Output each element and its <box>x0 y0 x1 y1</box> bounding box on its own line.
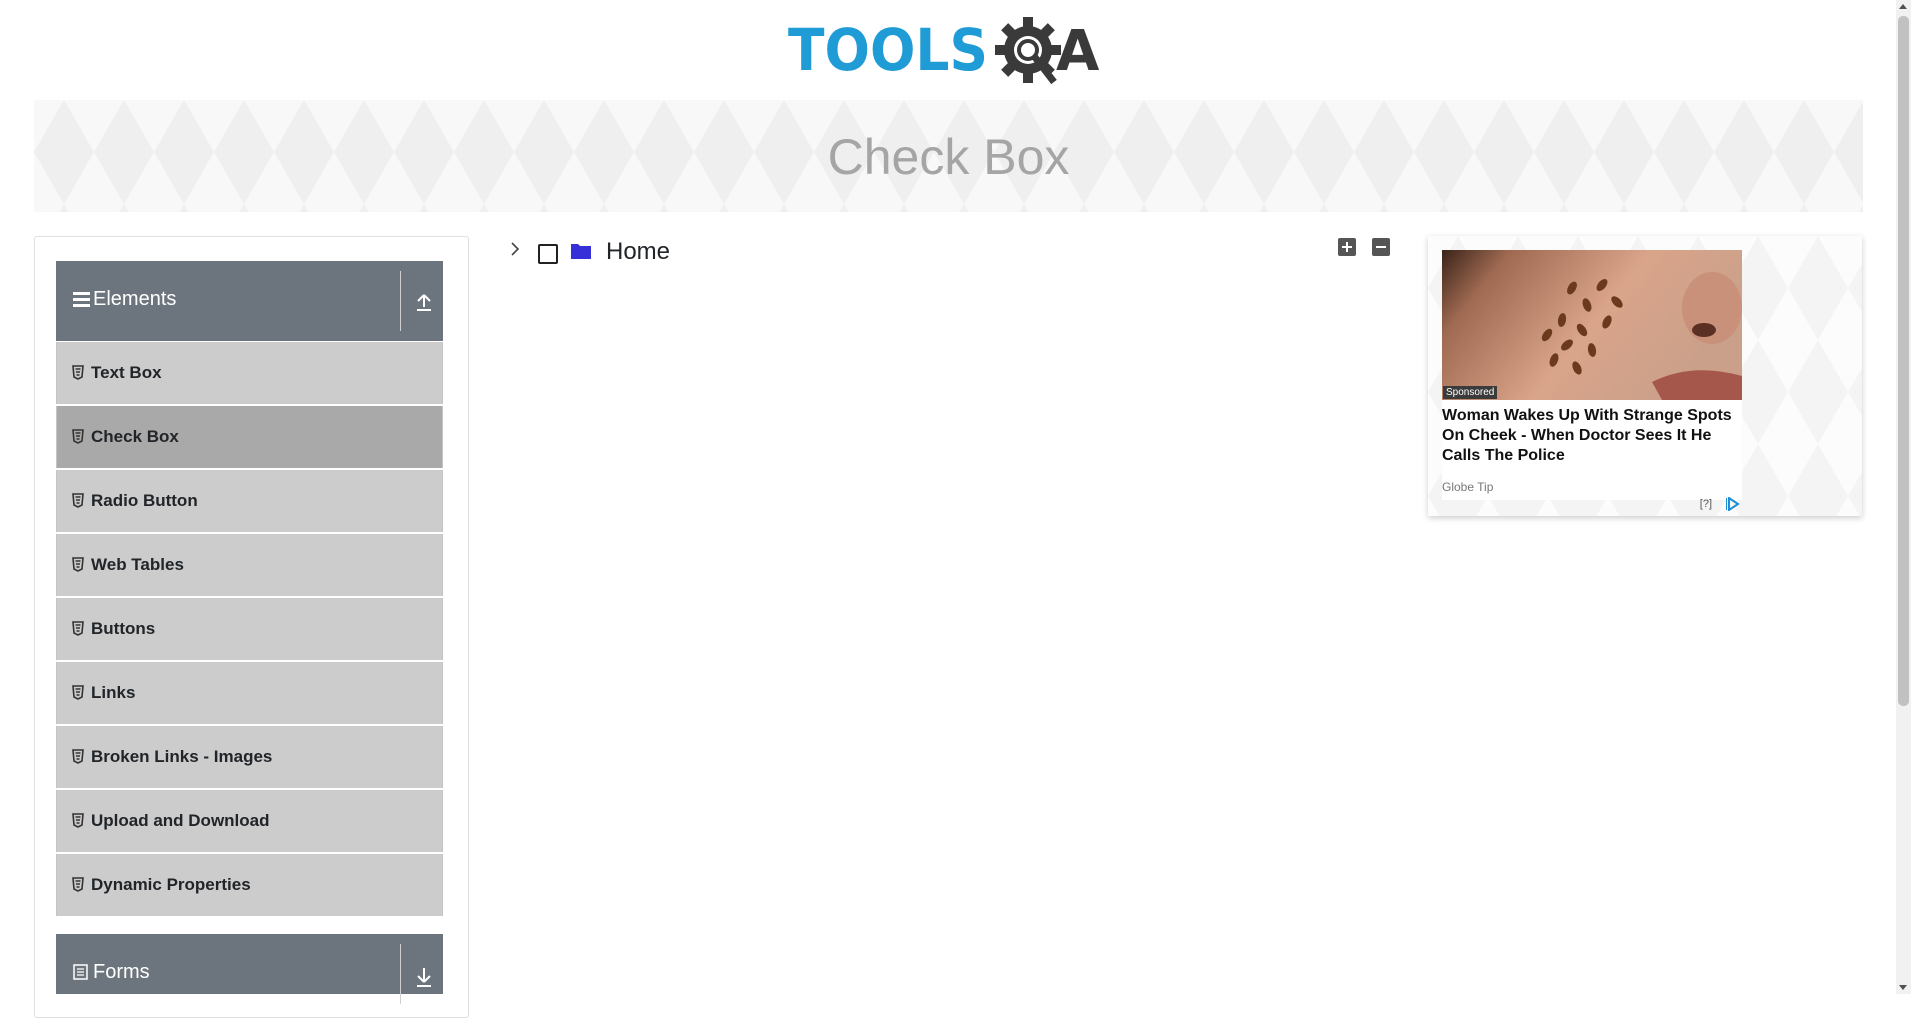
page-banner: Check Box <box>34 100 1863 212</box>
elements-menu: Text Box Check Box Radio Button Web Tabl… <box>56 342 443 918</box>
sponsored-badge: Sponsored <box>1443 386 1498 399</box>
menu-item-upload-and-download[interactable]: Upload and Download <box>56 790 443 852</box>
menu-item-label: Text Box <box>91 363 162 382</box>
minus-square-icon <box>1376 246 1386 248</box>
menu-item-check-box[interactable]: Check Box <box>56 406 443 468</box>
page-title: Check Box <box>827 129 1070 185</box>
menu-item-label: Buttons <box>91 619 156 638</box>
ad-container: Sponsored Woman Wakes Up With Strange Sp… <box>1428 236 1862 516</box>
group-header-forms[interactable]: Forms <box>56 934 443 1004</box>
menu-item-web-tables[interactable]: Web Tables <box>56 534 443 596</box>
group-header-elements[interactable]: Elements <box>56 261 443 341</box>
menu-item-text-box[interactable]: Text Box <box>56 342 443 404</box>
group-label-elements: Elements <box>93 288 177 310</box>
menu-icon <box>73 292 90 307</box>
scroll-thumb[interactable] <box>1898 16 1909 706</box>
gear-magnifier-icon <box>995 17 1061 85</box>
adchoices-icon[interactable] <box>1726 497 1740 511</box>
menu-item-label: Web Tables <box>91 555 184 574</box>
menu-item-label: Upload and Download <box>91 811 270 830</box>
html5-icon <box>72 749 84 764</box>
scroll-up-arrow-icon[interactable] <box>1899 4 1907 9</box>
folder-icon <box>571 244 591 259</box>
expand-all-button[interactable] <box>1338 238 1356 256</box>
menu-item-links[interactable]: Links <box>56 662 443 724</box>
menu-item-label: Dynamic Properties <box>91 875 251 894</box>
html5-icon <box>72 813 84 828</box>
menu-item-label: Radio Button <box>91 491 198 510</box>
menu-item-label: Links <box>91 683 136 702</box>
menu-item-label: Broken Links - Images <box>91 747 273 766</box>
html5-icon <box>72 365 84 380</box>
tree-node-label[interactable]: Home <box>606 238 670 266</box>
html5-icon <box>72 429 84 444</box>
logo-text-tools: TOOLS <box>788 16 988 84</box>
page-scrollbar[interactable] <box>1896 0 1911 994</box>
form-icon <box>73 964 88 980</box>
ad-source[interactable]: Globe Tip <box>1442 480 1493 494</box>
group-divider <box>400 271 401 331</box>
menu-item-broken-links-images[interactable]: Broken Links - Images <box>56 726 443 788</box>
group-divider <box>400 944 401 1004</box>
menu-item-label: Check Box <box>91 427 179 446</box>
html5-icon <box>72 557 84 572</box>
scroll-down-arrow-icon[interactable] <box>1899 985 1907 990</box>
menu-item-buttons[interactable]: Buttons <box>56 598 443 660</box>
html5-icon <box>72 621 84 636</box>
group-label-forms: Forms <box>93 961 150 983</box>
home-checkbox[interactable] <box>538 244 558 264</box>
ad-card[interactable]: Sponsored Woman Wakes Up With Strange Sp… <box>1442 250 1742 511</box>
collapse-up-icon[interactable] <box>412 289 436 313</box>
menu-item-radio-button[interactable]: Radio Button <box>56 470 443 532</box>
html5-icon <box>72 877 84 892</box>
chevron-right-icon[interactable] <box>506 240 524 258</box>
logo-text-a: A <box>1056 19 1100 84</box>
collapse-all-button[interactable] <box>1372 238 1390 256</box>
ad-image[interactable] <box>1442 250 1742 400</box>
menu-item-dynamic-properties[interactable]: Dynamic Properties <box>56 854 443 916</box>
ad-info-link[interactable]: [?] <box>1700 498 1712 510</box>
toolsqa-logo[interactable]: TOOLS A <box>788 16 1112 90</box>
expand-down-icon[interactable] <box>412 964 436 988</box>
ad-headline[interactable]: Woman Wakes Up With Strange Spots On Che… <box>1442 406 1742 466</box>
html5-icon <box>72 685 84 700</box>
html5-icon <box>72 493 84 508</box>
